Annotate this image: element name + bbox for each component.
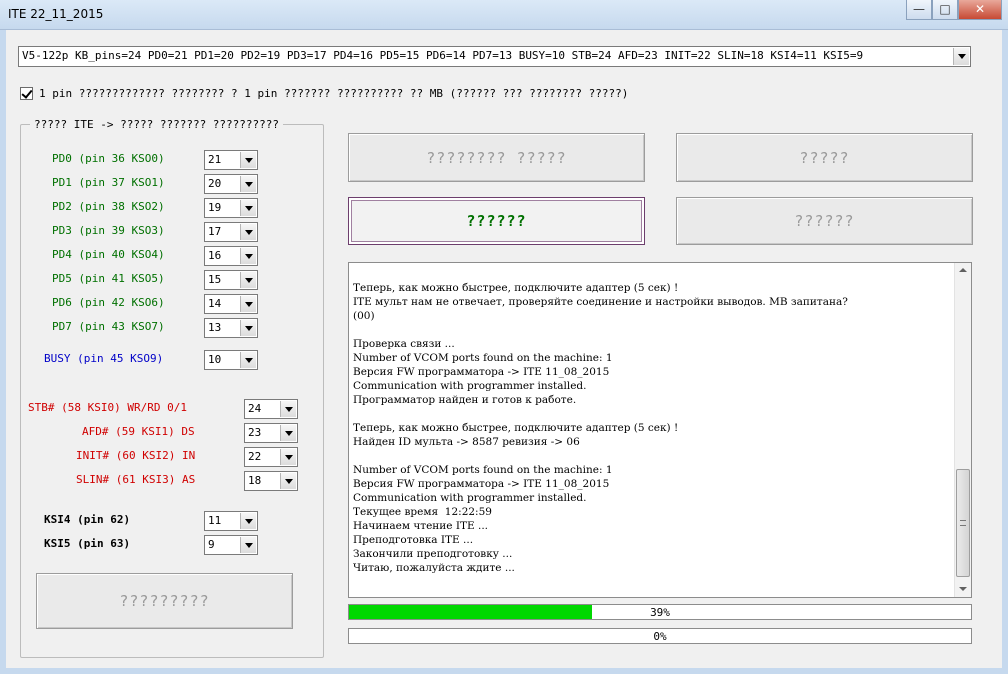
ksi5-value: 9 bbox=[208, 538, 215, 551]
maximize-icon[interactable]: □ bbox=[932, 0, 958, 20]
afd-label: AFD# (59 KSI1) DS bbox=[82, 425, 195, 438]
chevron-down-icon[interactable] bbox=[240, 272, 256, 288]
progress-bar-secondary: 0% bbox=[348, 628, 972, 644]
pd1-label: PD1 (pin 37 KSO1) bbox=[52, 176, 165, 189]
slin-select[interactable]: 18 bbox=[244, 471, 298, 491]
pd6-select[interactable]: 14 bbox=[204, 294, 258, 314]
chevron-down-icon[interactable] bbox=[240, 537, 256, 553]
init-select[interactable]: 22 bbox=[244, 447, 298, 467]
pd4-label: PD4 (pin 40 KSO4) bbox=[52, 248, 165, 261]
stb-value: 24 bbox=[248, 402, 262, 415]
ksi4-label: KSI4 (pin 62) bbox=[44, 513, 131, 526]
window-title: ITE 22_11_2015 bbox=[8, 7, 104, 21]
pin1-option[interactable]: 1 pin ????????????? ???????? ? 1 pin ???… bbox=[20, 87, 628, 100]
pd7-value: 13 bbox=[208, 321, 222, 334]
chevron-down-icon[interactable] bbox=[280, 473, 296, 489]
action-button-4[interactable]: ?????? bbox=[676, 197, 973, 245]
pd5-select[interactable]: 15 bbox=[204, 270, 258, 290]
stb-label: STB# (58 KSI0) WR/RD 0/1 bbox=[28, 401, 187, 414]
ksi5-select[interactable]: 9 bbox=[204, 535, 258, 555]
config-select[interactable]: V5-122p KB_pins=24 PD0=21 PD1=20 PD2=19 … bbox=[18, 46, 971, 67]
pd7-select[interactable]: 13 bbox=[204, 318, 258, 338]
log-output[interactable]: Теперь, как можно быстрее, подключите ад… bbox=[348, 262, 972, 598]
pd7-label: PD7 (pin 43 KSO7) bbox=[52, 320, 165, 333]
chevron-down-icon[interactable] bbox=[280, 401, 296, 417]
pin-mapping-group-title: ????? ITE -> ????? ??????? ?????????? bbox=[30, 118, 284, 131]
pd3-value: 17 bbox=[208, 225, 222, 238]
title-bar: ITE 22_11_2015 — □ ✕ bbox=[0, 0, 1008, 30]
ksi4-select[interactable]: 11 bbox=[204, 511, 258, 531]
slin-label: SLIN# (61 KSI3) AS bbox=[76, 473, 196, 486]
action-button-2[interactable]: ????? bbox=[676, 133, 973, 182]
pd5-value: 15 bbox=[208, 273, 222, 286]
pd3-label: PD3 (pin 39 KSO3) bbox=[52, 224, 165, 237]
chevron-down-icon[interactable] bbox=[240, 176, 256, 192]
log-scrollbar[interactable] bbox=[954, 263, 971, 597]
busy-value: 10 bbox=[208, 353, 222, 366]
pd0-select[interactable]: 21 bbox=[204, 150, 258, 170]
pd6-label: PD6 (pin 42 KSO6) bbox=[52, 296, 165, 309]
scroll-thumb[interactable] bbox=[956, 469, 970, 577]
pd2-value: 19 bbox=[208, 201, 222, 214]
ksi4-value: 11 bbox=[208, 514, 222, 527]
pd4-select[interactable]: 16 bbox=[204, 246, 258, 266]
chevron-down-icon[interactable] bbox=[240, 224, 256, 240]
chevron-down-icon[interactable] bbox=[280, 449, 296, 465]
pd2-select[interactable]: 19 bbox=[204, 198, 258, 218]
chevron-down-icon[interactable] bbox=[240, 513, 256, 529]
slin-value: 18 bbox=[248, 474, 262, 487]
pd5-label: PD5 (pin 41 KSO5) bbox=[52, 272, 165, 285]
pin1-checkbox-label: 1 pin ????????????? ???????? ? 1 pin ???… bbox=[39, 87, 629, 100]
pin1-checkbox[interactable] bbox=[20, 87, 33, 100]
afd-select[interactable]: 23 bbox=[244, 423, 298, 443]
pd2-label: PD2 (pin 38 KSO2) bbox=[52, 200, 165, 213]
minimize-icon[interactable]: — bbox=[906, 0, 932, 20]
stb-select[interactable]: 24 bbox=[244, 399, 298, 419]
pd1-select[interactable]: 20 bbox=[204, 174, 258, 194]
pd4-value: 16 bbox=[208, 249, 222, 262]
ksi5-label: KSI5 (pin 63) bbox=[44, 537, 131, 550]
progress-bar-main: 39% bbox=[348, 604, 972, 620]
action-button-1[interactable]: ???????? ????? bbox=[348, 133, 645, 182]
pd0-label: PD0 (pin 36 KSO0) bbox=[52, 152, 165, 165]
init-value: 22 bbox=[248, 450, 262, 463]
close-icon[interactable]: ✕ bbox=[958, 0, 1002, 20]
chevron-down-icon[interactable] bbox=[240, 296, 256, 312]
busy-label: BUSY (pin 45 KSO9) bbox=[44, 352, 164, 365]
chevron-down-icon[interactable] bbox=[953, 48, 969, 65]
pd1-value: 20 bbox=[208, 177, 222, 190]
scroll-down-icon[interactable] bbox=[955, 581, 971, 597]
chevron-down-icon[interactable] bbox=[240, 248, 256, 264]
chevron-down-icon[interactable] bbox=[240, 152, 256, 168]
grip-icon bbox=[960, 520, 966, 526]
scroll-up-icon[interactable] bbox=[955, 263, 971, 279]
window-controls: — □ ✕ bbox=[906, 0, 1002, 20]
action-button-3[interactable]: ?????? bbox=[348, 197, 645, 245]
chevron-down-icon[interactable] bbox=[280, 425, 296, 441]
chevron-down-icon[interactable] bbox=[240, 320, 256, 336]
progress-label-secondary: 0% bbox=[653, 630, 667, 643]
chevron-down-icon[interactable] bbox=[240, 352, 256, 368]
pd6-value: 14 bbox=[208, 297, 222, 310]
afd-value: 23 bbox=[248, 426, 262, 439]
group-action-button[interactable]: ????????? bbox=[36, 573, 293, 629]
busy-select[interactable]: 10 bbox=[204, 350, 258, 370]
init-label: INIT# (60 KSI2) IN bbox=[76, 449, 196, 462]
pd0-value: 21 bbox=[208, 153, 222, 166]
pd3-select[interactable]: 17 bbox=[204, 222, 258, 242]
progress-label-main: 39% bbox=[650, 606, 670, 619]
config-select-value: V5-122p KB_pins=24 PD0=21 PD1=20 PD2=19 … bbox=[22, 49, 864, 62]
log-text: Теперь, как можно быстрее, подключите ад… bbox=[353, 282, 848, 574]
chevron-down-icon[interactable] bbox=[240, 200, 256, 216]
